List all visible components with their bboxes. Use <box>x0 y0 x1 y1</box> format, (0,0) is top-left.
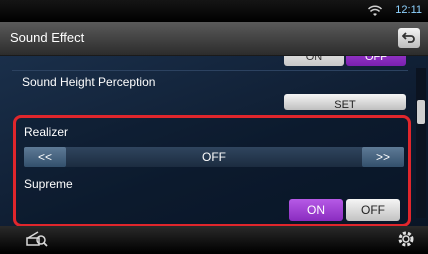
realizer-selector: << OFF >> <box>24 147 404 167</box>
back-icon <box>402 32 415 43</box>
wifi-icon <box>367 4 383 22</box>
divider <box>12 70 408 71</box>
realizer-value: OFF <box>202 150 226 164</box>
scrollbar[interactable] <box>416 68 426 218</box>
realizer-prev-button[interactable]: << <box>24 147 66 167</box>
gear-icon[interactable] <box>396 229 416 254</box>
back-button[interactable] <box>398 28 420 48</box>
supreme-label: Supreme <box>24 177 73 191</box>
clock: 12:11 <box>395 4 422 16</box>
page-title: Sound Effect <box>10 30 85 45</box>
top-on-off-group: ON OFF <box>284 56 406 68</box>
tune-icon[interactable] <box>26 229 48 254</box>
realizer-next-button[interactable]: >> <box>362 147 404 167</box>
bottom-bar <box>0 226 428 253</box>
sound-height-label: Sound Height Perception <box>22 75 156 89</box>
supreme-on-button[interactable]: ON <box>289 199 343 221</box>
realizer-label: Realizer <box>24 125 69 139</box>
set-button[interactable]: SET <box>284 94 406 110</box>
top-on-button[interactable]: ON <box>284 56 344 66</box>
scrollbar-thumb[interactable] <box>417 100 425 124</box>
supreme-off-button[interactable]: OFF <box>346 199 400 221</box>
header: Sound Effect <box>0 22 428 56</box>
status-bar: 12:11 <box>0 0 428 22</box>
top-off-button[interactable]: OFF <box>346 56 406 66</box>
